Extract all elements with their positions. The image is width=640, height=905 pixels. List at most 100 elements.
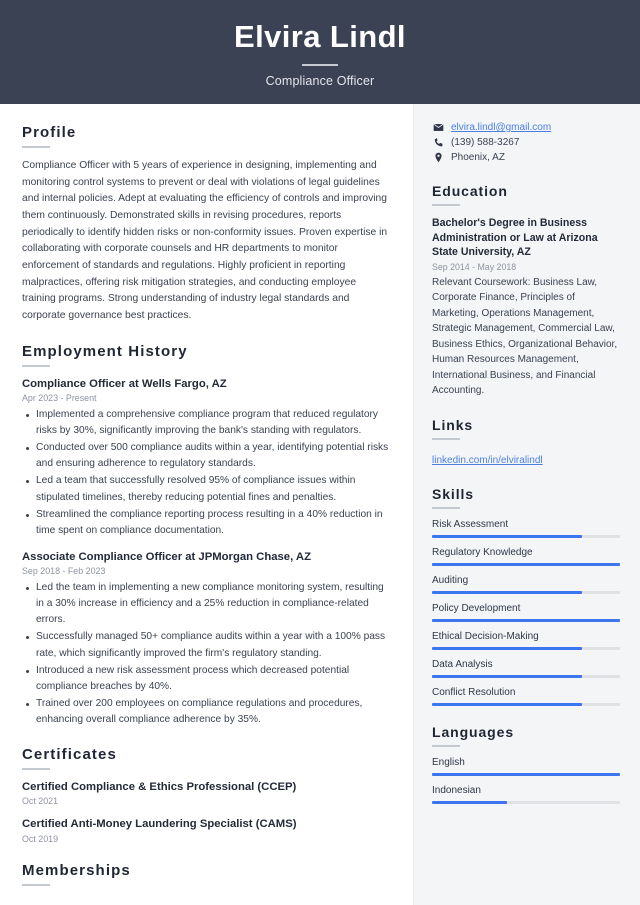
envelope-icon xyxy=(432,122,444,133)
section-heading-links: Links xyxy=(432,416,474,433)
skill-item-level-track xyxy=(432,646,620,650)
sidebar-column: elvira.lindl@gmail.com (139) 588-3267 Phoe… xyxy=(413,104,640,905)
contact-info-list: elvira.lindl@gmail.com (139) 588-3267 Phoe… xyxy=(432,122,620,163)
skill-item: Policy Development xyxy=(432,603,620,622)
certificate-date: Oct 2019 xyxy=(22,833,59,844)
candidate-name: Elvira Lindl xyxy=(234,19,406,55)
skill-list: Risk Assessment Regulatory Knowledge Audit… xyxy=(432,519,620,706)
skill-item-label: Regulatory Knowledge xyxy=(432,546,533,558)
section-certificates: Certificates Certified Compliance & Ethi… xyxy=(22,746,391,844)
contact-row: (139) 588-3267 xyxy=(432,137,620,148)
heading-underline xyxy=(432,204,460,206)
section-education: Education Bachelor's Degree in Business … xyxy=(432,183,620,399)
section-links: Links linkedin.com/in/elviralindl xyxy=(432,417,620,468)
skill-item-level-fill xyxy=(432,534,583,538)
contact-text[interactable]: elvira.lindl@gmail.com xyxy=(451,122,551,133)
skill-item-label: Auditing xyxy=(432,574,469,586)
candidate-job-title: Compliance Officer xyxy=(265,73,375,88)
employment-bullet: Introduced a new risk assessment process… xyxy=(22,663,391,695)
certificate-title: Certified Compliance & Ethics Profession… xyxy=(22,781,297,794)
main-column: Profile Compliance Officer with 5 years … xyxy=(0,104,413,905)
certificate-entry: Certified Compliance & Ethics Profession… xyxy=(22,780,391,806)
certificate-entry: Certified Anti-Money Laundering Speciali… xyxy=(22,817,391,843)
skill-item-level-track xyxy=(432,618,620,622)
employment-bullet: Led a team that successfully resolved 95… xyxy=(22,473,391,505)
heading-underline xyxy=(432,744,460,747)
employment-bullet: Implemented a comprehensive compliance p… xyxy=(22,407,391,439)
heading-underline xyxy=(22,146,50,148)
skill-item: Regulatory Knowledge xyxy=(432,547,620,566)
name-divider xyxy=(302,63,338,66)
employment-bullet: Successfully managed 50+ compliance audi… xyxy=(22,629,391,661)
map-pin-icon xyxy=(432,152,444,163)
skill-item: Conflict Resolution xyxy=(432,687,620,706)
employment-entry-date: Sep 2018 - Feb 2023 xyxy=(22,566,106,577)
heading-underline xyxy=(432,437,460,440)
skill-item-level-track xyxy=(432,534,620,538)
skill-item-label: Ethical Decision-Making xyxy=(432,630,539,642)
section-heading-memberships: Memberships xyxy=(22,861,131,879)
language-item-level-fill xyxy=(432,800,508,804)
employment-bullet-list: Implemented a comprehensive compliance p… xyxy=(22,407,391,539)
resume-header: Elvira Lindl Compliance Officer xyxy=(0,0,640,104)
heading-underline xyxy=(22,883,50,886)
employment-bullet: Conducted over 500 compliance audits wit… xyxy=(22,440,391,472)
section-heading-profile: Profile xyxy=(22,124,77,141)
skill-item-level-fill xyxy=(432,618,620,622)
employment-entry-list: Compliance Officer at Wells Fargo, AZ Apr… xyxy=(22,377,391,728)
contact-text: (139) 588-3267 xyxy=(451,137,520,148)
language-item: English xyxy=(432,757,620,776)
language-item-level-track xyxy=(432,772,620,776)
education-date: Sep 2014 - May 2018 xyxy=(432,261,517,272)
link-list: linkedin.com/in/elviralindl xyxy=(432,450,620,468)
phone-icon xyxy=(432,137,444,148)
section-languages: Languages English Indonesian xyxy=(432,724,620,804)
skill-item-level-fill xyxy=(432,702,583,706)
section-employment-history: Employment History Compliance Officer at… xyxy=(22,343,391,728)
employment-entry-title: Associate Compliance Officer at JPMorgan… xyxy=(22,550,311,563)
section-memberships: Memberships xyxy=(22,862,391,886)
education-title: Bachelor's Degree in Business Administra… xyxy=(432,217,598,259)
section-heading-certificates: Certificates xyxy=(22,746,117,764)
skill-item-label: Risk Assessment xyxy=(432,518,509,530)
section-profile: Profile Compliance Officer with 5 years … xyxy=(22,124,391,325)
skill-item-level-track xyxy=(432,590,620,594)
skill-item-label: Policy Development xyxy=(432,602,521,614)
skill-item: Data Analysis xyxy=(432,659,620,678)
employment-bullet: Streamlined the compliance reporting pro… xyxy=(22,507,391,539)
skill-item-level-track xyxy=(432,702,620,706)
skill-item: Ethical Decision-Making xyxy=(432,631,620,650)
skill-item-label: Data Analysis xyxy=(432,658,493,670)
skill-item-level-fill xyxy=(432,674,583,678)
heading-underline xyxy=(22,768,50,771)
contact-row: Phoenix, AZ xyxy=(432,152,620,163)
employment-entry: Associate Compliance Officer at JPMorgan… xyxy=(22,550,391,728)
education-description: Relevant Coursework: Business Law, Corpo… xyxy=(432,276,618,397)
section-heading-languages: Languages xyxy=(432,723,515,740)
resume-body: Profile Compliance Officer with 5 years … xyxy=(0,104,640,905)
profile-link[interactable]: linkedin.com/in/elviralindl xyxy=(432,455,543,466)
skill-item-level-track xyxy=(432,674,620,678)
certificate-date: Oct 2021 xyxy=(22,796,59,807)
contact-text: Phoenix, AZ xyxy=(451,152,505,163)
heading-underline xyxy=(22,364,50,367)
heading-underline xyxy=(432,506,460,509)
employment-bullet: Led the team in implementing a new compl… xyxy=(22,580,391,628)
section-heading-employment: Employment History xyxy=(22,342,188,360)
section-heading-education: Education xyxy=(432,183,508,199)
profile-text: Compliance Officer with 5 years of exper… xyxy=(22,160,388,322)
skill-item: Risk Assessment xyxy=(432,519,620,538)
skill-item-label: Conflict Resolution xyxy=(432,686,516,698)
employment-entry: Compliance Officer at Wells Fargo, AZ Apr… xyxy=(22,377,391,539)
skill-item: Auditing xyxy=(432,575,620,594)
employment-bullet-list: Led the team in implementing a new compl… xyxy=(22,580,391,728)
language-item-label: English xyxy=(432,756,465,768)
language-list: English Indonesian xyxy=(432,757,620,804)
section-skills: Skills Risk Assessment Regulatory Knowled… xyxy=(432,486,620,706)
skill-item-level-track xyxy=(432,562,620,566)
language-item-level-fill xyxy=(432,772,620,776)
language-item-label: Indonesian xyxy=(432,784,481,796)
employment-entry-date: Apr 2023 - Present xyxy=(22,392,97,403)
resume-page: Elvira Lindl Compliance Officer Profile … xyxy=(0,0,640,905)
employment-entry-title: Compliance Officer at Wells Fargo, AZ xyxy=(22,377,227,390)
